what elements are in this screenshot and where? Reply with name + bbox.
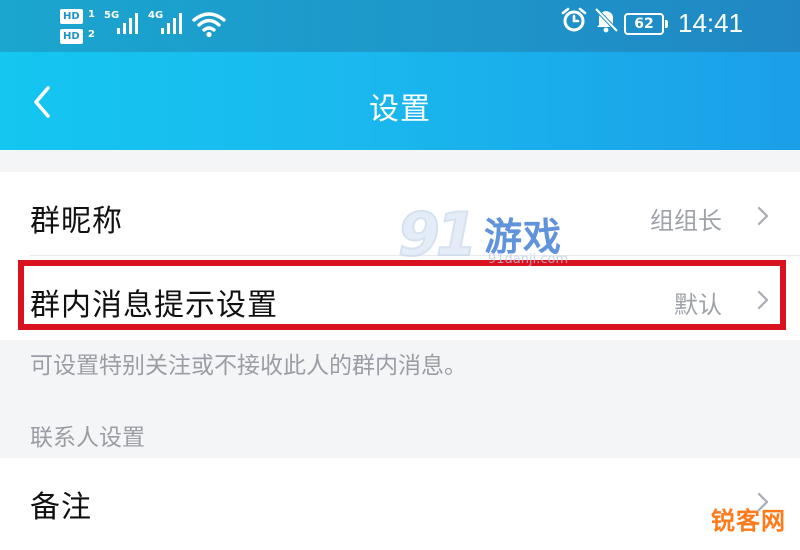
watermark-91-number: 91 [397,199,478,271]
ruike-watermark: 锐客网 [711,507,786,535]
battery-icon: 62 [624,13,668,35]
watermark-91-url: 91danji.com [488,252,569,267]
group-nickname-label: 群昵称 [30,204,123,239]
mute-bell-icon [594,7,619,33]
page-title: 设置 [369,92,431,127]
chevron-right-icon [757,290,769,310]
signal-icon [117,13,138,34]
sim2-hd-badge: HD [60,29,83,44]
sim-indicators: HD 1 HD 2 [60,6,100,46]
remark-label: 备注 [30,490,92,525]
sim1-number: 1 [88,9,95,20]
contact-settings-section: 备注 [0,458,800,550]
status-time: 14:41 [678,8,744,38]
group-nickname-value: 组组长 [650,207,722,235]
contact-settings-section-label: 联系人设置 [30,425,145,451]
chevron-right-icon [757,206,769,226]
group-message-notify-value: 默认 [674,291,722,319]
sim2-number: 2 [88,29,95,40]
app-header: HD 1 HD 2 5G 4G 62 14:41 设置 [0,0,800,150]
signal-icon-2 [161,13,182,34]
remark-row[interactable]: 备注 [0,458,800,542]
notify-hint-text: 可设置特别关注或不接收此人的群内消息。 [30,353,467,379]
title-bar: 设置 [0,52,800,150]
sim1-hd-badge: HD [60,9,83,24]
status-bar: HD 1 HD 2 5G 4G 62 14:41 [0,0,800,52]
group-message-notify-label: 群内消息提示设置 [30,288,278,323]
wifi-icon [192,12,226,38]
alarm-icon [561,7,587,32]
